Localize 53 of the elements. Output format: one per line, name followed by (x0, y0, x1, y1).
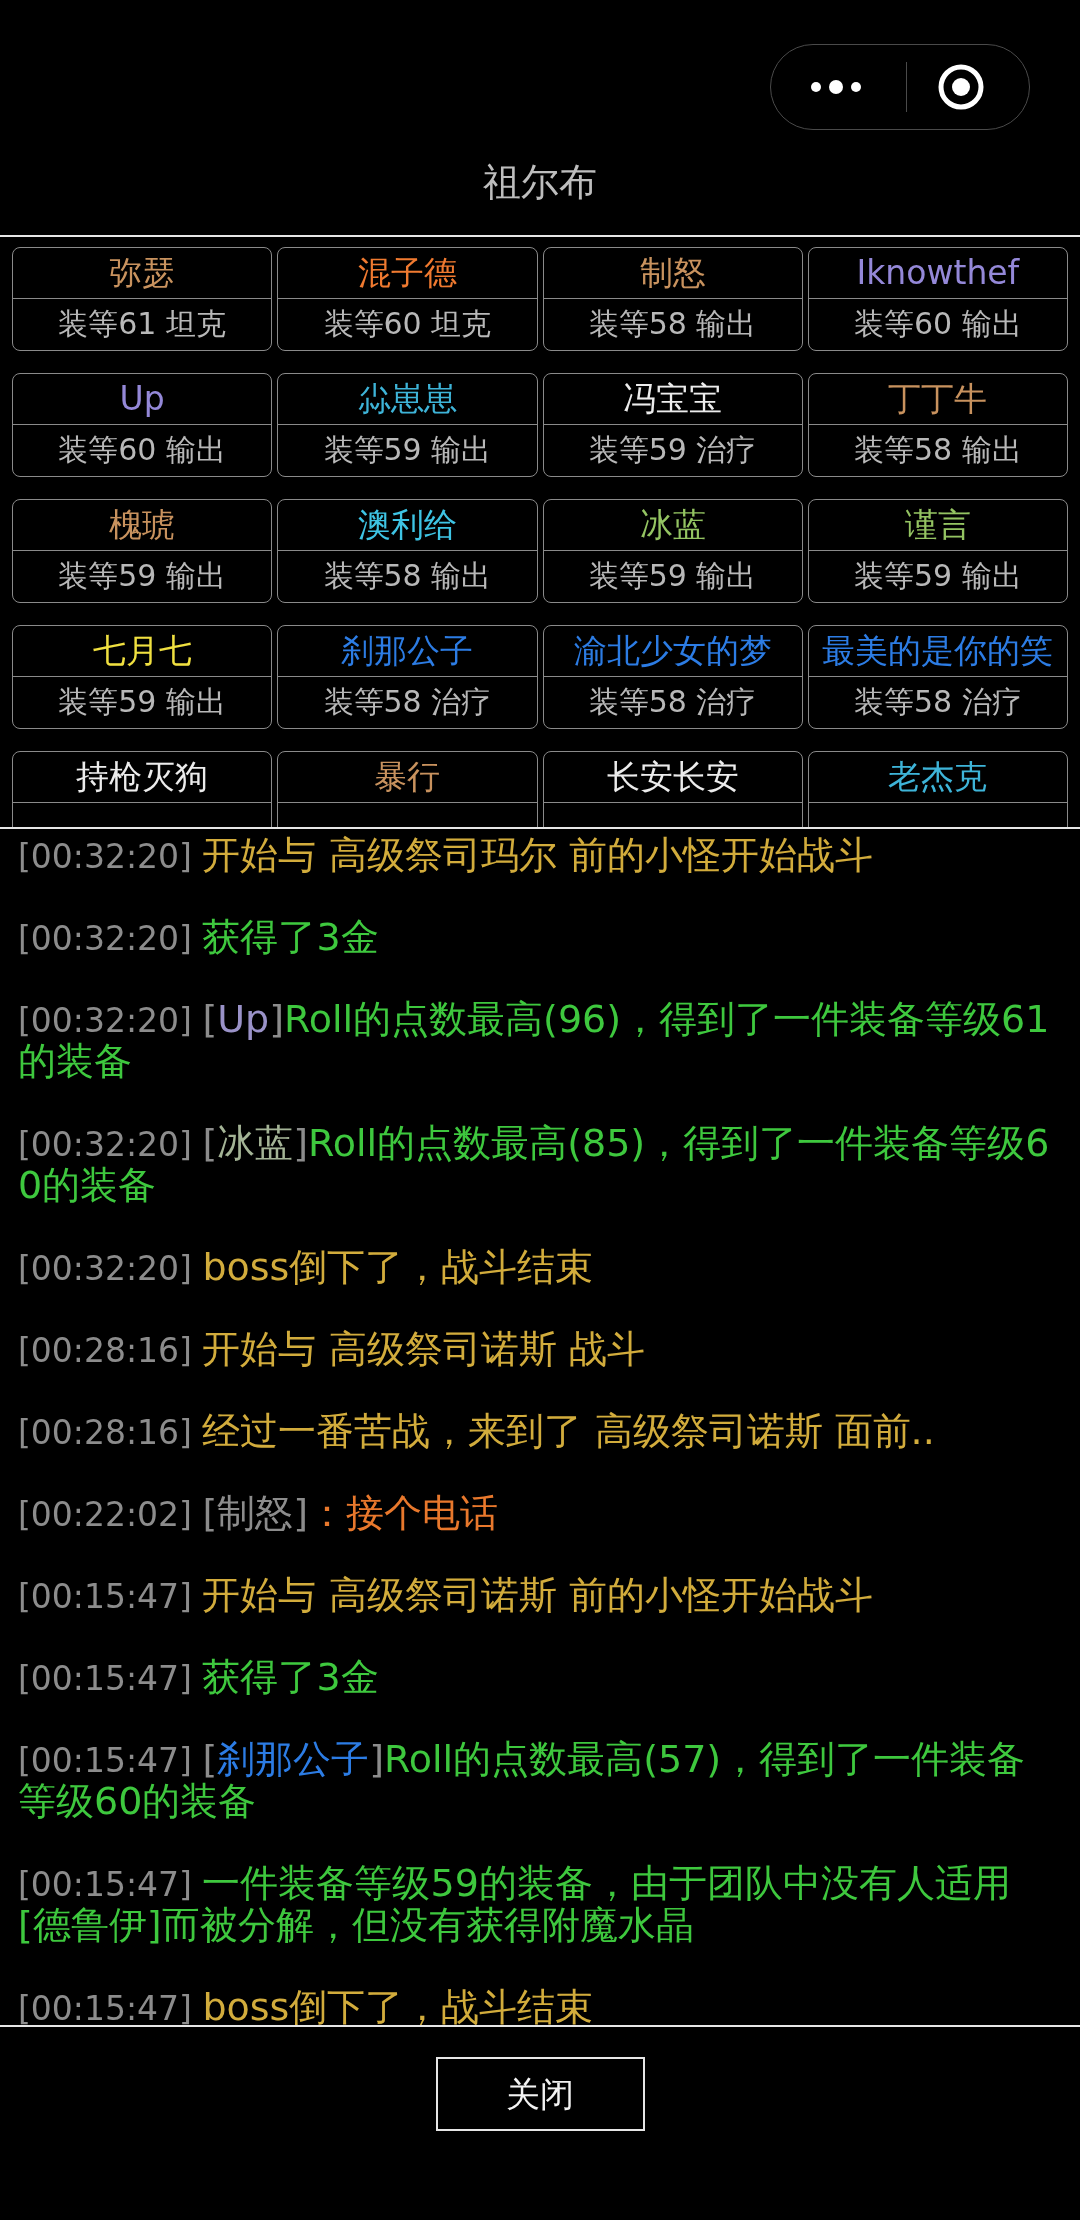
member-stats: 装等58 治疗 (322, 683, 493, 721)
member-stats: 装等59 输出 (587, 557, 758, 595)
log-entry: [00:28:16] 开始与 高级祭司诺斯 战斗 (18, 1329, 646, 1371)
member-stats: 装等59 输出 (853, 557, 1023, 595)
log-entry: [00:15:47] 一件装备等级59的装备，由于团队中没有人适用[德鲁伊]而被分解，但没有获得附魔水晶 (18, 1863, 1012, 1947)
member-name: 老杰克 (808, 752, 1067, 803)
member-stats: 装等59 治疗 (587, 431, 758, 469)
log-entry: [00:28:16] 经过一番苦战，来到了 高级祭司诺斯 面前.. (18, 1411, 936, 1453)
log-entry: [00:32:20] boss倒下了，战斗结束 (18, 1247, 595, 1289)
member-stats: 装等60 坦克 (322, 305, 493, 343)
close-target-icon[interactable] (937, 63, 985, 111)
member-name: Up (13, 374, 272, 425)
log-entry: [00:32:20] [冰蓝]Roll的点数最高(85)，得到了一件装备等级60的装备 (18, 1123, 1050, 1207)
member-name: Iknowthef (808, 248, 1067, 299)
log-entry: [00:15:47] [刹那公子]Roll的点数最高(57)，得到了一件装备等级60的装备 (18, 1739, 1027, 1823)
log-entry: [00:15:47] boss倒下了，战斗结束 (18, 1987, 595, 2025)
log-entry: [00:15:47] 获得了3金 (18, 1657, 380, 1699)
member-name: 持枪灭狗 (13, 752, 272, 803)
member-stats: 装等60 输出 (853, 305, 1023, 343)
member-name: 渝北少女的梦 (543, 626, 802, 677)
log-entry: [00:32:20] [Up]Roll的点数最高(96)，得到了一件装备等级61的装备 (18, 999, 1050, 1083)
member-stats: 装等59 输出 (57, 683, 227, 721)
member-name: 弥瑟 (13, 248, 272, 299)
log-entry: [00:22:02] [制怒]：接个电话 (18, 1493, 500, 1535)
member-stats: 装等59 输出 (57, 557, 227, 595)
page-title: 祖尔布 (482, 160, 598, 206)
member-name: 长安长安 (543, 752, 802, 803)
member-name: 最美的是你的笑 (808, 626, 1067, 677)
member-name: 槐琥 (13, 500, 272, 551)
log-entry: [00:32:20] 获得了3金 (18, 917, 380, 959)
member-stats: 装等59 输出 (322, 431, 493, 469)
member-name: 混子德 (278, 248, 537, 299)
member-name: 制怒 (543, 248, 802, 299)
member-name: 尛崽崽 (278, 374, 537, 425)
member-stats: 装等58 治疗 (587, 683, 758, 721)
member-name: 丁丁牛 (808, 374, 1067, 425)
member-name: 暴行 (278, 752, 537, 803)
member-name: 澳利给 (278, 500, 537, 551)
more-icon[interactable] (810, 79, 862, 95)
member-stats: 装等58 输出 (587, 305, 758, 343)
member-name: 刹那公子 (278, 626, 537, 677)
member-name: 冯宝宝 (543, 374, 802, 425)
member-stats: 装等58 治疗 (853, 683, 1023, 721)
member-stats: 装等60 输出 (57, 431, 227, 469)
member-stats: 装等61 坦克 (57, 305, 227, 343)
close-button[interactable]: 关闭 (435, 2057, 645, 2131)
log-entry: [00:32:20] 开始与 高级祭司玛尔 前的小怪开始战斗 (18, 835, 874, 877)
member-stats: 装等58 输出 (853, 431, 1023, 469)
member-name: 冰蓝 (543, 500, 802, 551)
log-entry: [00:15:47] 开始与 高级祭司诺斯 前的小怪开始战斗 (18, 1575, 874, 1617)
member-name: 谨言 (808, 500, 1067, 551)
member-name: 七月七 (13, 626, 272, 677)
member-stats: 装等58 输出 (322, 557, 493, 595)
